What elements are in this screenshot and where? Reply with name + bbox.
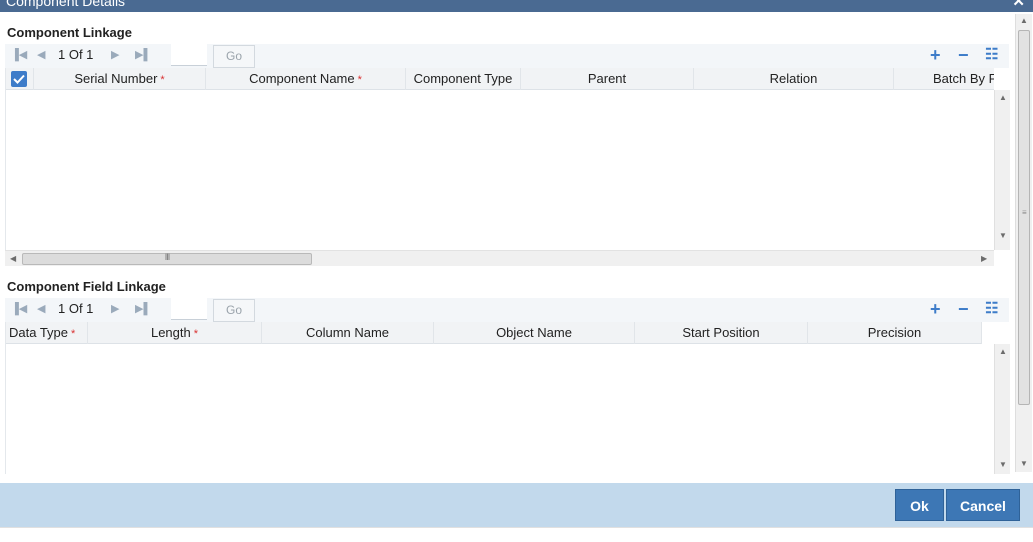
dialog-title: Component Details bbox=[6, 0, 126, 9]
col-serial-number[interactable]: Serial Number * bbox=[34, 68, 206, 90]
prev-page-icon[interactable]: ◀ bbox=[37, 48, 45, 62]
component-field-linkage-navbar: ▐◀ ◀ 1 Of 1 ▶ ▶▌ Go + − ☷ bbox=[5, 298, 1009, 322]
scroll-down-icon[interactable]: ▼ bbox=[999, 232, 1007, 240]
grid-vertical-scrollbar[interactable]: ▲ ▼ bbox=[994, 344, 1010, 474]
last-page-icon[interactable]: ▶▌ bbox=[135, 302, 151, 316]
page-info: 1 Of 1 bbox=[58, 47, 94, 62]
component-field-linkage-grid: Data Type * Length * Column Name Object Na… bbox=[5, 322, 1010, 474]
col-component-type[interactable]: Component Type bbox=[406, 68, 521, 90]
col-precision[interactable]: Precision bbox=[808, 322, 982, 344]
grid-horizontal-scrollbar[interactable]: ◀ III ▶ bbox=[5, 250, 994, 266]
grid-header: Data Type * Length * Column Name Object Na… bbox=[6, 322, 982, 344]
select-all-checkbox[interactable] bbox=[11, 71, 27, 87]
go-button[interactable]: Go bbox=[213, 45, 255, 68]
select-all-cell bbox=[6, 68, 34, 90]
dialog-titlebar: Component Details ✕ bbox=[0, 0, 1033, 12]
prev-page-icon[interactable]: ◀ bbox=[37, 302, 45, 316]
ok-button[interactable]: Ok bbox=[895, 489, 944, 521]
page-number-input[interactable] bbox=[171, 44, 207, 66]
view-details-icon[interactable]: ☷ bbox=[985, 299, 998, 319]
col-batch-by[interactable]: Batch By F bbox=[894, 68, 994, 90]
col-parent[interactable]: Parent bbox=[521, 68, 694, 90]
col-data-type[interactable]: Data Type * bbox=[6, 322, 88, 344]
component-linkage-title: Component Linkage bbox=[7, 25, 132, 40]
component-linkage-grid: Serial Number * Component Name * Component… bbox=[5, 68, 1010, 250]
grid-header: Serial Number * Component Name * Component… bbox=[6, 68, 994, 90]
cancel-button[interactable]: Cancel bbox=[946, 489, 1020, 521]
dialog-vertical-scrollbar[interactable]: ▲ ≡ ▼ bbox=[1015, 14, 1032, 472]
dialog-scroll-thumb[interactable]: ≡ bbox=[1018, 30, 1030, 405]
dialog-bottom-border bbox=[0, 527, 1033, 542]
next-page-icon[interactable]: ▶ bbox=[111, 48, 119, 62]
checkmark-icon bbox=[13, 74, 25, 84]
col-object-name[interactable]: Object Name bbox=[434, 322, 635, 344]
scroll-right-icon[interactable]: ▶ bbox=[981, 255, 987, 263]
scroll-up-icon[interactable]: ▲ bbox=[999, 94, 1007, 102]
page-info: 1 Of 1 bbox=[58, 301, 94, 316]
add-row-icon[interactable]: + bbox=[930, 45, 941, 65]
view-details-icon[interactable]: ☷ bbox=[985, 45, 998, 65]
scroll-up-icon[interactable]: ▲ bbox=[1020, 17, 1028, 25]
scroll-down-icon[interactable]: ▼ bbox=[1020, 460, 1028, 468]
component-field-linkage-title: Component Field Linkage bbox=[7, 279, 166, 294]
next-page-icon[interactable]: ▶ bbox=[111, 302, 119, 316]
col-length[interactable]: Length * bbox=[88, 322, 262, 344]
col-relation[interactable]: Relation bbox=[694, 68, 894, 90]
page-number-input[interactable] bbox=[171, 298, 207, 320]
delete-row-icon[interactable]: − bbox=[958, 299, 969, 319]
horizontal-scroll-thumb[interactable]: III bbox=[22, 252, 312, 265]
add-row-icon[interactable]: + bbox=[930, 299, 941, 319]
col-start-position[interactable]: Start Position bbox=[635, 322, 808, 344]
close-icon[interactable]: ✕ bbox=[1012, 0, 1025, 10]
scroll-down-icon[interactable]: ▼ bbox=[999, 461, 1007, 469]
scroll-up-icon[interactable]: ▲ bbox=[999, 348, 1007, 356]
dialog-footer: Ok Cancel bbox=[0, 483, 1033, 527]
delete-row-icon[interactable]: − bbox=[958, 45, 969, 65]
col-component-name[interactable]: Component Name * bbox=[206, 68, 406, 90]
grid-vertical-scrollbar[interactable]: ▲ ▼ bbox=[994, 90, 1010, 250]
component-linkage-navbar: ▐◀ ◀ 1 Of 1 ▶ ▶▌ Go + − ☷ bbox=[5, 44, 1009, 68]
dialog-body: Component Linkage ▐◀ ◀ 1 Of 1 ▶ ▶▌ Go + … bbox=[0, 12, 1033, 482]
col-column-name[interactable]: Column Name bbox=[262, 322, 434, 344]
first-page-icon[interactable]: ▐◀ bbox=[11, 302, 27, 316]
first-page-icon[interactable]: ▐◀ bbox=[11, 48, 27, 62]
last-page-icon[interactable]: ▶▌ bbox=[135, 48, 151, 62]
go-button[interactable]: Go bbox=[213, 299, 255, 322]
scroll-left-icon[interactable]: ◀ bbox=[10, 255, 16, 263]
